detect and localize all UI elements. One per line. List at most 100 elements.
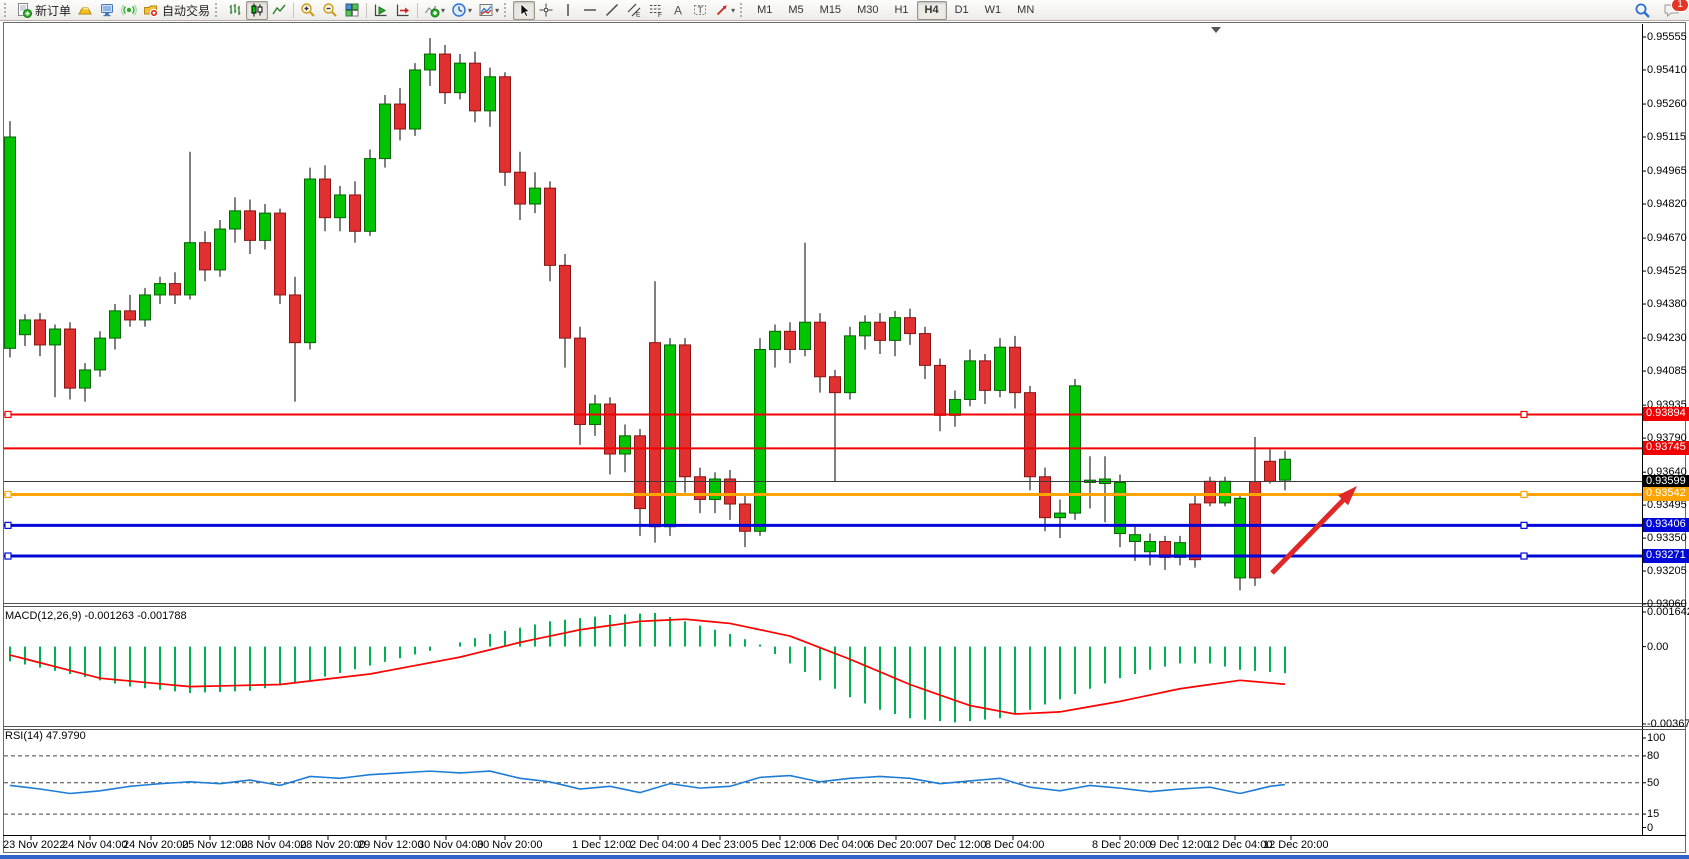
- timeframe-button-m1[interactable]: M1: [749, 1, 780, 20]
- cursor-tool-button[interactable]: [513, 1, 535, 20]
- candle-body: [230, 211, 241, 229]
- line-handle[interactable]: [5, 522, 11, 528]
- candle-body: [110, 311, 121, 338]
- trendline-tool-button[interactable]: [601, 1, 623, 20]
- time-tick-label: 28 Nov 04:00: [241, 839, 306, 851]
- toolbar-grip[interactable]: [740, 3, 745, 17]
- timeframe-button-h4[interactable]: H4: [917, 1, 947, 20]
- text-icon: A: [670, 2, 686, 18]
- line-handle[interactable]: [5, 553, 11, 559]
- tile-windows-button[interactable]: [341, 1, 363, 20]
- candle-body: [515, 172, 526, 204]
- rsi-line: [10, 771, 1285, 793]
- price-line-badge: 0.93599: [1643, 475, 1689, 489]
- time-tick-label: 30 Nov 04:00: [418, 839, 483, 851]
- cursor-icon: [516, 2, 532, 18]
- signal-icon: [121, 2, 137, 18]
- time-tick-label: 30 Nov 20:00: [477, 839, 542, 851]
- time-tick-label: 7 Dec 12:00: [927, 839, 986, 851]
- candlestick-chart-button[interactable]: [246, 1, 268, 20]
- toolbar-grip[interactable]: [504, 3, 509, 17]
- macd-signal-line: [10, 619, 1285, 714]
- candle-body: [440, 54, 451, 93]
- candle-body: [410, 70, 421, 129]
- line-handle[interactable]: [5, 411, 11, 417]
- zoom-in-button[interactable]: [297, 1, 319, 20]
- gold-button[interactable]: [74, 1, 96, 20]
- price-tick-label: 0.94820: [1647, 198, 1687, 210]
- timeframe-button-d1[interactable]: D1: [947, 1, 977, 20]
- chat-button[interactable]: 1: [1660, 1, 1683, 20]
- timeframe-button-mn[interactable]: MN: [1009, 1, 1042, 20]
- rsi-axis-label: 100: [1647, 732, 1665, 744]
- window-bottom-edge: [0, 855, 1689, 859]
- fibonacci-tool-button[interactable]: F: [645, 1, 667, 20]
- periods-button[interactable]: ▾: [448, 1, 475, 20]
- line-handle[interactable]: [1521, 553, 1527, 559]
- timeframe-toolbar: M1M5M15M30H1H4D1W1MN: [749, 1, 1042, 20]
- time-tick-label: 24 Nov 04:00: [62, 839, 127, 851]
- line-handle[interactable]: [1521, 522, 1527, 528]
- candle-body: [575, 338, 586, 424]
- price-tick-label: 0.94670: [1647, 232, 1687, 244]
- channel-tool-button[interactable]: E: [623, 1, 645, 20]
- vertical-line-tool-button[interactable]: [557, 1, 579, 20]
- crosshair-tool-button[interactable]: [535, 1, 557, 20]
- line-handle[interactable]: [5, 491, 11, 497]
- svg-text:T: T: [698, 5, 704, 15]
- candle-body: [740, 504, 751, 531]
- new-order-button[interactable]: 新订单: [13, 1, 74, 20]
- line-chart-button[interactable]: [268, 1, 290, 20]
- horizontal-line-tool-button[interactable]: [579, 1, 601, 20]
- candle-body: [785, 331, 796, 349]
- line-handle[interactable]: [1521, 491, 1527, 497]
- candle-body: [455, 63, 466, 93]
- chart-canvas[interactable]: [0, 0, 1689, 859]
- toolbar-grip[interactable]: [215, 3, 220, 17]
- terminal-button[interactable]: [96, 1, 118, 20]
- zoom-out-button[interactable]: [319, 1, 341, 20]
- price-tick-label: 0.94525: [1647, 265, 1687, 277]
- auto-trading-label: 自动交易: [162, 2, 210, 19]
- timeframe-button-h1[interactable]: H1: [886, 1, 916, 20]
- timeframe-button-m15[interactable]: M15: [812, 1, 849, 20]
- price-tick-label: 0.93350: [1647, 532, 1687, 544]
- candle-body: [770, 331, 781, 349]
- line-handle[interactable]: [1521, 411, 1527, 417]
- templates-button[interactable]: ▾: [475, 1, 502, 20]
- tile-windows-icon: [344, 2, 360, 18]
- auto-scroll-button[interactable]: [370, 1, 392, 20]
- candle-body: [1265, 461, 1276, 481]
- rsi-axis-label: 0: [1647, 822, 1653, 834]
- signal-button[interactable]: [118, 1, 140, 20]
- auto-scroll-icon: [373, 2, 389, 18]
- timeframe-button-m30[interactable]: M30: [849, 1, 886, 20]
- indicators-button[interactable]: ▾: [421, 1, 448, 20]
- toolbar-grip[interactable]: [4, 3, 9, 17]
- macd-axis-label: 0.001642: [1647, 606, 1689, 618]
- search-button[interactable]: [1631, 1, 1654, 20]
- arrows-tool-button[interactable]: ▾: [711, 1, 738, 20]
- text-label-tool-button[interactable]: T: [689, 1, 711, 20]
- bar-chart-button[interactable]: [224, 1, 246, 20]
- toolbar-separator: [366, 3, 367, 18]
- candle-body: [620, 436, 631, 454]
- candle-body: [860, 322, 871, 336]
- candle-body: [845, 336, 856, 393]
- timeframe-button-w1[interactable]: W1: [977, 1, 1010, 20]
- candle-body: [1130, 535, 1141, 542]
- timeframe-button-m5[interactable]: M5: [780, 1, 811, 20]
- text-tool-button[interactable]: A: [667, 1, 689, 20]
- candle-body: [980, 361, 991, 391]
- candle-body: [935, 365, 946, 415]
- candlestick-chart-icon: [249, 2, 265, 18]
- auto-trading-button[interactable]: 自动交易: [140, 1, 213, 20]
- chevron-down-icon: ▾: [731, 6, 735, 15]
- trend-arrow-line[interactable]: [1272, 497, 1346, 573]
- chart-shift-button[interactable]: [392, 1, 414, 20]
- price-tick-label: 0.95555: [1647, 31, 1687, 43]
- svg-text:E: E: [636, 12, 641, 19]
- bar-chart-icon: [227, 2, 243, 18]
- new-order-icon: [16, 2, 32, 18]
- candle-body: [140, 295, 151, 320]
